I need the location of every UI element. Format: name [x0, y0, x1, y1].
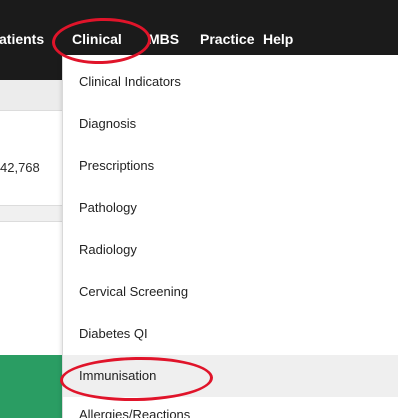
menu-item-label: Diagnosis — [79, 116, 137, 131]
menu-item-label: Radiology — [79, 242, 137, 257]
nav-item-practice[interactable]: Practice — [200, 30, 254, 48]
menu-item-cervical-screening[interactable]: Cervical Screening — [63, 271, 398, 313]
menu-item-label: Prescriptions — [79, 158, 155, 173]
menu-item-label: Immunisation — [79, 368, 157, 383]
menu-item-radiology[interactable]: Radiology — [63, 229, 398, 271]
menu-item-immunisation[interactable]: Immunisation — [63, 355, 398, 397]
nav-item-clinical[interactable]: Clinical — [72, 30, 122, 48]
background-header-row — [0, 80, 62, 111]
menu-item-label: Cervical Screening — [79, 284, 189, 299]
menu-item-label: Diabetes QI — [79, 326, 148, 341]
background-green-panel — [0, 355, 62, 418]
nav-item-help[interactable]: Help — [263, 30, 293, 48]
screenshot-stage: 42,768 atients Clinical MBS Practice Hel… — [0, 0, 398, 418]
menu-item-allergies-reactions[interactable]: Allergies/Reactions — [63, 397, 398, 418]
menu-item-label: Allergies/Reactions — [79, 407, 191, 418]
menu-item-diabetes-qi[interactable]: Diabetes QI — [63, 313, 398, 355]
nav-item-mbs[interactable]: MBS — [148, 30, 179, 48]
background-count-value: 42,768 — [0, 160, 40, 175]
menu-item-pathology[interactable]: Pathology — [63, 187, 398, 229]
menu-item-clinical-indicators[interactable]: Clinical Indicators — [63, 61, 398, 103]
nav-item-patients[interactable]: atients — [0, 30, 44, 48]
menu-item-prescriptions[interactable]: Prescriptions — [63, 145, 398, 187]
background-table-row — [0, 205, 62, 222]
menu-item-diagnosis[interactable]: Diagnosis — [63, 103, 398, 145]
clinical-dropdown-menu: Clinical Indicators Diagnosis Prescripti… — [62, 55, 398, 418]
menu-item-label: Clinical Indicators — [79, 74, 181, 89]
menu-item-label: Pathology — [79, 200, 137, 215]
